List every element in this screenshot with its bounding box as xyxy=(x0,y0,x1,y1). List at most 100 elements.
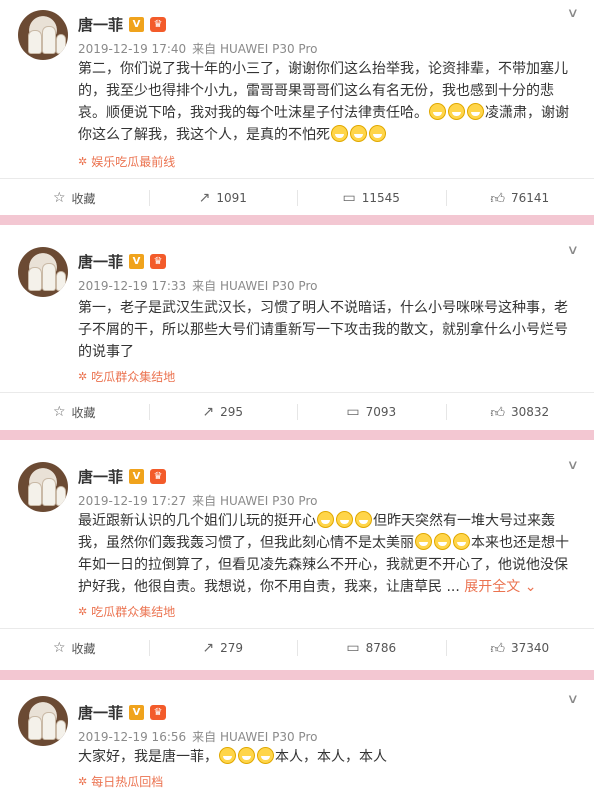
post-line: 的说事了 xyxy=(78,344,134,360)
avatar[interactable] xyxy=(18,10,68,60)
post-source: 来自 HUAWEI P30 Pro xyxy=(192,494,318,508)
post-time[interactable]: 2019-12-19 17:40 xyxy=(78,42,186,56)
collect-button[interactable]: ☆ 收藏 xyxy=(0,629,149,667)
avatar[interactable] xyxy=(18,462,68,512)
chevron-down-icon[interactable]: ∨ xyxy=(567,458,579,473)
post-time[interactable]: 2019-12-19 17:27 xyxy=(78,494,186,508)
collect-button[interactable]: ☆ 收藏 xyxy=(0,393,149,431)
post-line-text: 你这么了解我，我这个人，是真的不怕死 xyxy=(78,127,330,143)
author-row: 唐一菲 V ♛ xyxy=(78,466,167,487)
post-time[interactable]: 2019-12-19 16:56 xyxy=(78,730,186,744)
vip-crown-icon: ♛ xyxy=(150,705,167,720)
comment-button[interactable]: ▭ 11545 xyxy=(297,179,446,217)
comment-icon: ▭ xyxy=(342,190,356,206)
topic-icon: ✲ xyxy=(78,155,88,168)
topic-link[interactable]: ✲ 每日热瓜回档 xyxy=(78,773,163,790)
post-time[interactable]: 2019-12-19 17:33 xyxy=(78,279,186,293)
forward-icon: ↗ xyxy=(198,190,211,206)
verified-badge: V xyxy=(129,705,145,720)
post-line-text: 大家好，我是唐一菲， xyxy=(78,749,218,765)
expand-full-text-link[interactable]: 展开全文 ⌄ xyxy=(464,579,536,595)
thumb-up-icon: 👍︎ xyxy=(490,404,505,421)
topic-link[interactable]: ✲ 吃瓜群众集结地 xyxy=(78,368,175,385)
grin-emoji-icon xyxy=(317,511,334,528)
topic-icon: ✲ xyxy=(78,605,88,618)
grin-emoji-icon xyxy=(415,533,432,550)
topic-link[interactable]: ✲ 吃瓜群众集结地 xyxy=(78,603,175,620)
forward-button[interactable]: ↗ 295 xyxy=(148,393,298,431)
laugh-cry-emoji-icon xyxy=(350,125,367,142)
thumb-up-icon: 👍︎ xyxy=(490,190,505,207)
post-text: 第二，你们说了我十年的小三了，谢谢你们这么抬举我，论资排辈，不带加塞儿 的，我至… xyxy=(78,58,572,146)
comment-count: 8786 xyxy=(365,641,397,655)
post-line: 子不屑的干，所以那些大号们请重新写一下攻击我的散文，就别拿什么小号烂号 xyxy=(78,322,568,338)
post-divider xyxy=(0,215,594,225)
forward-icon: ↗ xyxy=(202,404,215,420)
topic-label: 每日热瓜回档 xyxy=(91,775,164,789)
chevron-down-icon[interactable]: ∨ xyxy=(567,692,579,707)
chevron-down-icon[interactable]: ∨ xyxy=(567,6,579,21)
like-button[interactable]: 👍︎ 37340 xyxy=(445,629,594,667)
post-line-text: 凌潇肃，谢谢 xyxy=(485,105,569,121)
post-meta: 2019-12-19 17:27 来自 HUAWEI P30 Pro xyxy=(78,492,323,509)
cry-emoji-icon xyxy=(219,747,236,764)
collect-label: 收藏 xyxy=(71,641,96,656)
chevron-down-icon[interactable]: ∨ xyxy=(567,243,579,258)
star-icon: ☆ xyxy=(52,640,66,656)
post-line-text: 护好我，他很自责。我想说，你不用自责，我来，让唐草民 ... xyxy=(78,579,460,595)
avatar[interactable] xyxy=(18,696,68,746)
forward-count: 295 xyxy=(220,405,244,419)
weibo-post: 唐一菲 V ♛ ∨ 2019-12-19 17:40 来自 HUAWEI P30 … xyxy=(0,0,594,215)
like-count: 76141 xyxy=(510,191,550,205)
star-icon: ☆ xyxy=(52,404,66,420)
vip-crown-icon: ♛ xyxy=(150,469,167,484)
post-source: 来自 HUAWEI P30 Pro xyxy=(192,279,318,293)
expand-label: 展开全文 xyxy=(464,579,521,595)
chevron-down-icon: ⌄ xyxy=(524,579,537,595)
cry-emoji-icon xyxy=(238,747,255,764)
forward-button[interactable]: ↗ 279 xyxy=(148,629,298,667)
like-count: 30832 xyxy=(510,405,550,419)
grin-emoji-icon xyxy=(467,103,484,120)
topic-link[interactable]: ✲ 娱乐吃瓜最前线 xyxy=(78,153,175,170)
post-line-text: 最近跟新认识的几个姐们儿玩的挺开心 xyxy=(78,513,316,529)
laugh-cry-emoji-icon xyxy=(331,125,348,142)
author-name[interactable]: 唐一菲 xyxy=(78,466,123,487)
post-line: 护好我，他很自责。我想说，你不用自责，我来，让唐草民 ... 展开全文 ⌄ xyxy=(78,576,572,598)
topic-label: 吃瓜群众集结地 xyxy=(91,605,176,619)
author-name[interactable]: 唐一菲 xyxy=(78,14,123,35)
post-source: 来自 HUAWEI P30 Pro xyxy=(192,730,318,744)
post-meta: 2019-12-19 16:56 来自 HUAWEI P30 Pro xyxy=(78,728,323,745)
post-line: 你这么了解我，我这个人，是真的不怕死 xyxy=(78,124,572,146)
weibo-post: 唐一菲 V ♛ ∨ 2019-12-19 16:56 来自 HUAWEI P30 … xyxy=(0,680,594,796)
post-line: 我，虽然你们轰我轰习惯了，但我此刻心情不是太美丽 本来也还是想十 xyxy=(78,532,572,554)
collect-label: 收藏 xyxy=(71,405,96,420)
grin-emoji-icon xyxy=(429,103,446,120)
avatar[interactable] xyxy=(18,247,68,297)
comment-button[interactable]: ▭ 8786 xyxy=(297,629,446,667)
author-row: 唐一菲 V ♛ xyxy=(78,14,167,35)
collect-button[interactable]: ☆ 收藏 xyxy=(0,179,149,217)
post-line: 的，我至少也得排个小九，雷哥哥果哥哥们这么有名无份，我也感到十分的悲 xyxy=(78,83,554,99)
comment-icon: ▭ xyxy=(346,640,360,656)
post-line: 哀。顺便说下哈，我对我的每个吐沫星子付法律责任哈。 凌潇肃，谢谢 xyxy=(78,102,572,124)
like-button[interactable]: 👍︎ 76141 xyxy=(445,179,594,217)
post-line: 大家好，我是唐一菲， 本人，本人，本人 xyxy=(78,746,572,768)
like-button[interactable]: 👍︎ 30832 xyxy=(445,393,594,431)
author-name[interactable]: 唐一菲 xyxy=(78,251,123,272)
post-source: 来自 HUAWEI P30 Pro xyxy=(192,42,318,56)
post-line: 第二，你们说了我十年的小三了，谢谢你们这么抬举我，论资排辈，不带加塞儿 xyxy=(78,61,568,77)
author-name[interactable]: 唐一菲 xyxy=(78,702,123,723)
comment-button[interactable]: ▭ 7093 xyxy=(297,393,446,431)
grin-emoji-icon xyxy=(434,533,451,550)
author-row: 唐一菲 V ♛ xyxy=(78,702,167,723)
forward-count: 1091 xyxy=(216,191,247,205)
post-line-text: 我，虽然你们轰我轰习惯了，但我此刻心情不是太美丽 xyxy=(78,535,414,551)
laugh-cry-emoji-icon xyxy=(369,125,386,142)
topic-icon: ✲ xyxy=(78,775,88,788)
forward-button[interactable]: ↗ 1091 xyxy=(148,179,298,217)
post-line-text: 哀。顺便说下哈，我对我的每个吐沫星子付法律责任哈。 xyxy=(78,105,428,121)
post-text: 第一，老子是武汉生武汉长，习惯了明人不说暗话，什么小号咪咪号这种事，老 子不屑的… xyxy=(78,297,572,363)
post-divider xyxy=(0,670,594,680)
comment-icon: ▭ xyxy=(346,404,360,420)
